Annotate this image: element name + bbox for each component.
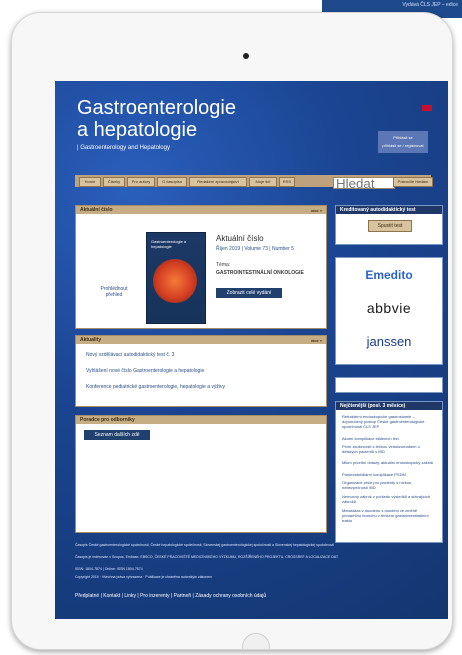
camera-icon [243,53,249,59]
cover-title: Gastroenterologie a hepatologie [151,239,187,249]
issue-topic: GASTROINTESTINÁLNÍ ONKOLOGIE [216,270,304,276]
news-item[interactable]: Nový vzdělávací autodidaktický test č. 3 [86,352,174,358]
news-item[interactable]: Konference pediatrické gastroenterologie… [86,384,225,390]
most-read-item[interactable]: První zkušenosti s léčbou vedolizumabem … [342,444,436,454]
nav-my[interactable]: Moje šílí [249,177,277,187]
home-button[interactable] [242,633,270,649]
issue-topic-label: Téma: [216,262,231,268]
reviewers-list-button[interactable]: Seznam dalších zdě [84,430,150,440]
most-read-panel: Nejčtenější (posl. 3 měsíce) Refraktérní… [335,401,443,543]
login-box[interactable]: Přihlásit se přihlásit se / registrovat [378,131,428,153]
footer-line: ISSN: 1804-7874 | Online: ISSN 1804-7874 [75,567,143,571]
partners-panel: Emedito abbvie janssen [335,257,443,365]
preview-link[interactable]: Prohlédnout přehled [94,286,134,298]
most-read-item[interactable]: Refraktérní endoskopické gastrostomie – … [342,414,436,429]
blank-sidebar-panel [335,377,443,393]
news-item[interactable]: Vyhlášení nové číslo Gastroenterologie a… [86,368,204,374]
start-test-button[interactable]: Spustit test [368,220,412,232]
test-panel: Kreditovaný autodidaktický test Spustit … [335,205,443,245]
nav-about[interactable]: O časopisu [157,177,187,187]
current-issue-header-label: Aktuální číslo [80,207,113,213]
site-title[interactable]: Gastroenterologie a hepatologie [77,97,236,141]
partner-logo-emedito[interactable]: Emedito [336,268,442,282]
most-read-item[interactable]: Organizace péče pro pacienty s nízkou ne… [342,480,436,490]
nav-home[interactable]: Home [79,177,101,187]
footer-line: Copyright 2019 · Všechna práva vyhrazena… [75,575,213,579]
test-header: Kreditovaný autodidaktický test [336,206,442,214]
site-title-line2: a hepatologie [77,119,198,141]
news-panel: Aktuality více » Nový vzdělávací autodid… [75,335,327,407]
most-read-item[interactable]: Nemocný zákrok z pohledu výsledků a stáv… [342,494,436,504]
reviewers-header: Poradce pro odborníky [76,416,326,424]
footer-line: Časopis je indexován v Scopus, Embase, E… [75,555,339,559]
issue-date: Říjen 2019 | Volume 73 | Number 5 [216,246,294,252]
footer-line: Časopis České gastroenterologické společ… [75,543,334,547]
most-read-item[interactable]: Metastáza v duodenu s duodeni ve změně p… [342,508,436,523]
nav-articles[interactable]: Články [103,177,125,187]
site-subtitle: | Gastroenterology and Hepatology [77,145,170,151]
uk-flag-icon[interactable] [422,105,432,111]
partner-logo-janssen[interactable]: janssen [336,334,442,349]
partner-logo-abbvie[interactable]: abbvie [336,300,442,316]
advanced-search-button[interactable]: Pokročilé hledání [393,177,433,187]
most-read-header: Nejčtenější (posl. 3 měsíce) [336,402,442,410]
tablet-frame: Gastroenterologie a hepatologie | Gastro… [11,12,453,650]
news-header-label: Aktuality [80,337,102,343]
footer-link-subscription[interactable]: Předplatné [75,593,99,599]
search-input[interactable] [333,177,395,189]
most-read-item[interactable]: Mikro prioritní dotazy, aktuální endosko… [342,460,436,465]
login-line1: Přihlásit se [393,135,413,140]
nav-for-authors[interactable]: Pro autory [127,177,155,187]
news-header: Aktuality více » [76,336,326,344]
footer-link-contact[interactable]: Kontakt [103,593,120,599]
most-read-item[interactable]: Akutní komplikace biliárních lézí [342,436,436,441]
reviewers-panel: Poradce pro odborníky Seznam dalších zdě [75,415,327,533]
footer-link-partners[interactable]: Partneři [174,593,192,599]
footer-nav: Předplatné | Kontakt | Linky | Pro inzer… [75,593,267,599]
nav-news[interactable]: Redakční zpravodajství [189,177,247,187]
issue-cover[interactable]: Gastroenterologie a hepatologie [146,232,206,324]
news-more-link[interactable]: více » [311,337,322,345]
footer-link-links[interactable]: Linky [124,593,136,599]
show-all-button[interactable]: Zobrazit celé vydání [216,288,282,298]
site-title-line1: Gastroenterologie [77,97,236,119]
tablet-screen: Gastroenterologie a hepatologie | Gastro… [55,81,448,619]
footer-link-advertisers[interactable]: Pro inzerenty [140,593,169,599]
footer-link-privacy[interactable]: Zásady ochrany osobních údajů [195,593,266,599]
current-issue-panel: Aktuální číslo více » Prohlédnout přehle… [75,205,327,329]
most-read-item[interactable]: Pankreatobiliární komplikace PSDM [342,472,436,477]
current-issue-header: Aktuální číslo více » [76,206,326,214]
background-strip-text: Vydává ČLS JEP – edice [402,2,458,8]
cover-illustration [153,259,197,303]
issue-title: Aktuální číslo [216,234,264,243]
nav-rss[interactable]: RSS [279,177,295,187]
current-issue-more-link[interactable]: více » [311,207,322,215]
login-line2: přihlásit se / registrovat [382,143,424,148]
